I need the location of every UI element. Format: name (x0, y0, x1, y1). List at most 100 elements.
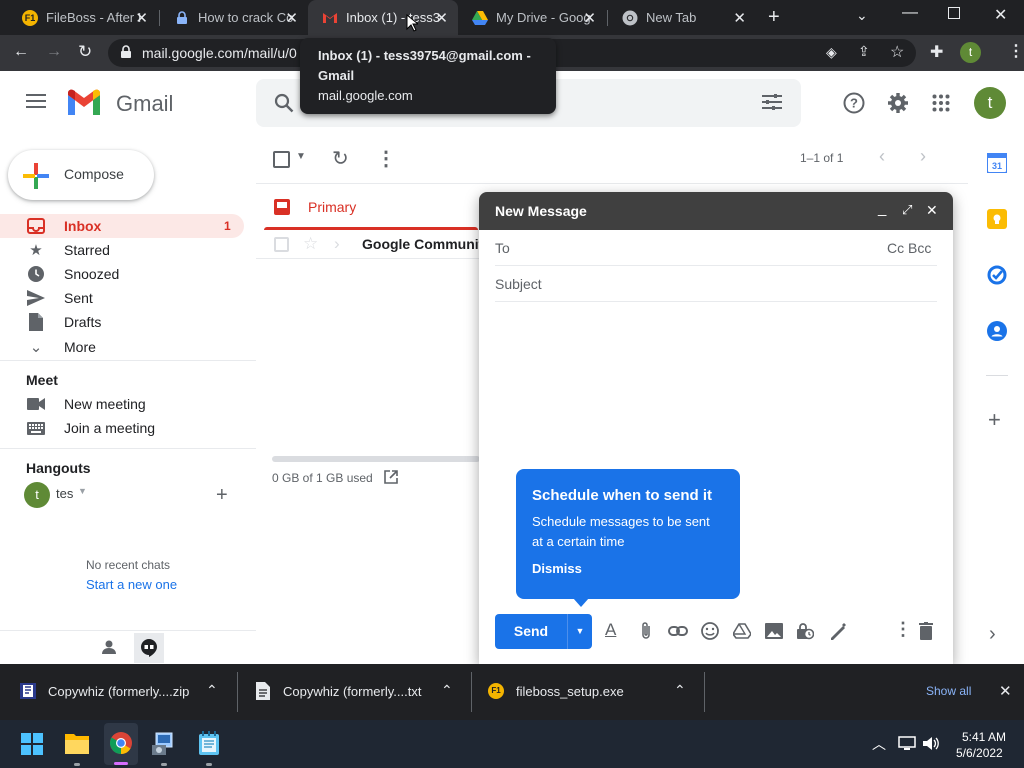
close-downloads-bar-icon[interactable]: ✕ (999, 682, 1012, 700)
download-item[interactable]: Copywhiz (formerly....txt ⌃ (238, 664, 471, 720)
select-all-checkbox[interactable] (273, 151, 290, 168)
new-tab-plus-icon[interactable]: + (768, 6, 780, 29)
send-button[interactable]: Send (495, 614, 567, 649)
open-external-icon[interactable] (384, 470, 398, 484)
hangouts-user[interactable]: t tes ▼ (24, 482, 204, 508)
table-row[interactable]: ☆ › Google Communit (256, 231, 483, 259)
fullscreen-compose-icon[interactable]: ⤢ (902, 202, 912, 218)
notepad-icon[interactable] (199, 731, 219, 755)
sidebar-item-more[interactable]: ⌄ More (0, 335, 244, 359)
tab-search-chevron-icon[interactable]: ⌄ (856, 7, 868, 24)
close-window-icon[interactable]: ✕ (994, 5, 1007, 25)
search-icon[interactable] (274, 93, 294, 113)
subject-field[interactable]: Subject (495, 266, 937, 302)
download-item[interactable]: Copywhiz (formerly....zip ⌃ (0, 664, 237, 720)
insert-emoji-icon[interactable] (701, 622, 719, 640)
search-options-icon[interactable] (762, 93, 782, 111)
insert-link-icon[interactable] (668, 625, 688, 637)
close-tab-icon[interactable]: ✕ (583, 9, 596, 27)
show-all-downloads-link[interactable]: Show all (926, 684, 971, 698)
close-tab-icon[interactable]: ✕ (285, 9, 298, 27)
sidebar-item-starred[interactable]: ★ Starred (0, 238, 244, 262)
insert-signature-icon[interactable] (829, 622, 847, 640)
download-options-chevron-icon[interactable]: ⌃ (441, 682, 453, 699)
file-explorer-icon[interactable] (65, 732, 89, 754)
profile-avatar[interactable]: t (960, 42, 981, 63)
camera-off-icon[interactable]: ◈ (826, 44, 837, 61)
add-addon-plus-icon[interactable]: + (988, 407, 1001, 433)
forward-arrow-icon[interactable]: → (46, 43, 62, 61)
more-options-icon[interactable]: ⋮ (376, 146, 396, 171)
calendar-icon[interactable]: 31 (987, 153, 1007, 173)
refresh-icon[interactable]: ↻ (332, 146, 349, 171)
star-icon[interactable]: ☆ (303, 234, 318, 254)
close-tab-icon[interactable]: ✕ (733, 9, 746, 27)
minimize-compose-icon[interactable]: _ (878, 200, 886, 217)
tasks-icon[interactable] (987, 265, 1007, 285)
show-side-panel-chevron-icon[interactable]: › (989, 623, 996, 646)
tab-primary[interactable]: Primary (264, 184, 478, 230)
maximize-window-icon[interactable] (948, 7, 960, 19)
close-tab-icon[interactable]: ✕ (135, 9, 148, 27)
volume-icon[interactable] (922, 736, 940, 751)
browser-tab-my-drive[interactable]: My Drive - Goog ✕ (458, 0, 606, 35)
back-arrow-icon[interactable]: ← (13, 43, 29, 61)
browser-tab-fileboss[interactable]: F1 FileBoss - After I ✕ (8, 0, 158, 35)
settings-gear-icon[interactable] (887, 92, 909, 114)
account-avatar[interactable]: t (974, 87, 1006, 119)
formatting-options-icon[interactable]: A (605, 620, 616, 640)
contacts-person-icon[interactable] (102, 640, 116, 654)
horizontal-scrollbar[interactable] (272, 456, 480, 462)
sidebar-item-drafts[interactable]: Drafts (0, 310, 244, 334)
cc-bcc-link[interactable]: Cc Bcc (887, 240, 931, 256)
new-chat-plus-icon[interactable]: + (216, 484, 228, 507)
sidebar-item-snoozed[interactable]: Snoozed (0, 262, 244, 286)
minimize-window-icon[interactable]: — (902, 4, 918, 22)
share-icon[interactable]: ⇪ (858, 43, 870, 60)
insert-drive-icon[interactable] (733, 623, 751, 639)
compose-button[interactable]: Compose (8, 150, 154, 200)
row-checkbox[interactable] (274, 237, 289, 252)
show-hidden-icons-chevron-icon[interactable]: ︿ (872, 734, 886, 754)
select-dropdown-icon[interactable]: ▼ (296, 151, 306, 162)
windows-start-icon[interactable] (21, 733, 43, 755)
help-icon[interactable]: ? (843, 92, 865, 114)
to-field[interactable]: To Cc Bcc (495, 230, 937, 266)
close-tab-icon[interactable]: ✕ (435, 9, 448, 27)
importance-marker-icon[interactable]: › (334, 234, 340, 254)
contacts-icon[interactable] (987, 321, 1007, 341)
clock-date[interactable]: 5/6/2022 (956, 746, 1003, 760)
download-options-chevron-icon[interactable]: ⌃ (674, 682, 686, 699)
download-options-chevron-icon[interactable]: ⌃ (206, 682, 218, 699)
browser-tab-new-tab[interactable]: New Tab ✕ (608, 0, 756, 35)
compose-header[interactable]: New Message _ ⤢ ✕ (479, 192, 953, 230)
taskbar-chrome-active[interactable] (104, 723, 138, 765)
meet-join-meeting[interactable]: Join a meeting (0, 416, 244, 440)
lock-icon[interactable] (120, 45, 132, 59)
browser-menu-icon[interactable]: ⋮ (1008, 41, 1024, 61)
app-installer-icon[interactable] (152, 731, 176, 755)
apps-grid-icon[interactable] (932, 94, 950, 112)
prev-page-chevron-icon[interactable]: ‹ (879, 146, 885, 167)
clock-time[interactable]: 5:41 AM (962, 730, 1006, 744)
bookmark-star-icon[interactable]: ☆ (890, 42, 904, 62)
download-item[interactable]: F1 fileboss_setup.exe ⌃ (472, 664, 704, 720)
hangouts-tab[interactable] (134, 633, 164, 663)
dismiss-button[interactable]: Dismiss (532, 561, 724, 576)
sidebar-item-sent[interactable]: Sent (0, 286, 244, 310)
send-options-dropdown-icon[interactable]: ▼ (568, 614, 592, 649)
meet-new-meeting[interactable]: New meeting (0, 392, 244, 416)
more-compose-options-icon[interactable]: ⋮ (894, 619, 912, 640)
next-page-chevron-icon[interactable]: › (920, 146, 926, 167)
gmail-logo-icon[interactable] (66, 89, 102, 117)
confidential-mode-icon[interactable] (796, 622, 814, 640)
attach-file-icon[interactable] (640, 622, 652, 640)
start-new-chat-link[interactable]: Start a new one (86, 577, 177, 592)
insert-photo-icon[interactable] (765, 623, 783, 639)
discard-draft-trash-icon[interactable] (919, 622, 933, 640)
browser-tab-inbox[interactable]: Inbox (1) - tess3 ✕ (308, 0, 458, 35)
main-menu-icon[interactable] (26, 93, 46, 109)
sidebar-item-inbox[interactable]: Inbox 1 (0, 214, 244, 238)
network-icon[interactable] (898, 736, 916, 751)
browser-tab-how-to-crack[interactable]: How to crack Co ✕ (160, 0, 308, 35)
